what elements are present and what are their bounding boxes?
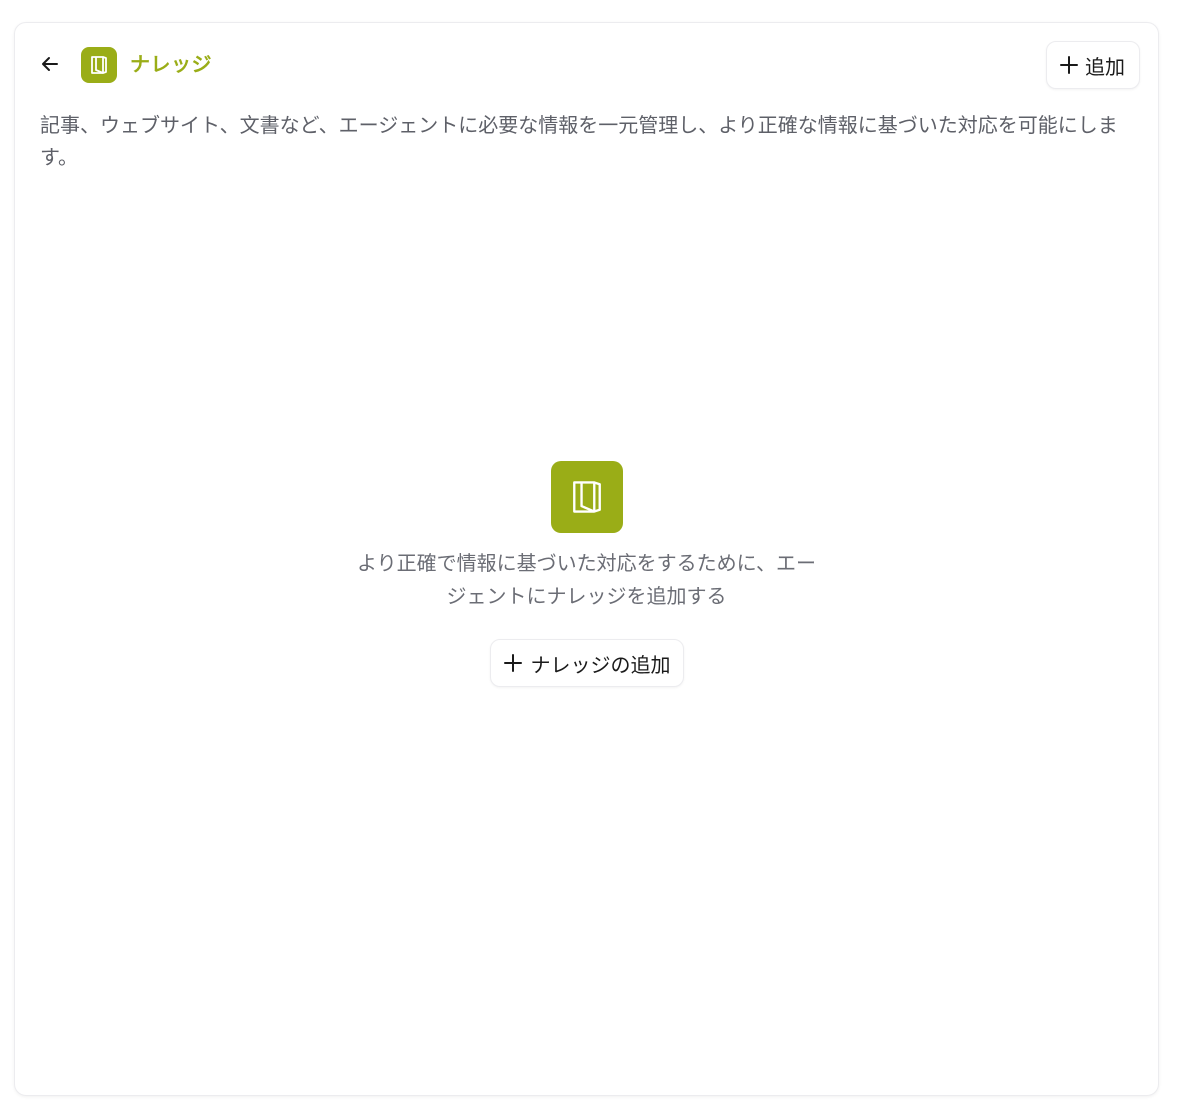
empty-state-message: より正確で情報に基づいた対応をするために、エージェントにナレッジを追加する: [357, 551, 816, 608]
plus-icon: [1059, 55, 1079, 75]
add-button[interactable]: 追加: [1046, 41, 1140, 89]
page-description: 記事、ウェブサイト、文書など、エージェントに必要な情報を一元管理し、より正確な情…: [40, 113, 1118, 169]
page-title: ナレッジ: [130, 52, 212, 76]
panel-header: ナレッジ 追加: [15, 23, 1158, 107]
book-icon: [81, 47, 117, 83]
arrow-left-icon: [42, 57, 58, 71]
plus-icon: [503, 653, 523, 673]
empty-state: より正確で情報に基づいた対応をするために、エージェントにナレッジを追加する ナレ…: [15, 461, 1158, 687]
book-icon: [550, 461, 623, 533]
add-knowledge-button[interactable]: ナレッジの追加: [489, 639, 684, 687]
back-button[interactable]: [37, 51, 63, 77]
knowledge-panel: ナレッジ 追加 記事、ウェブサイト、文書など、エージェントに必要な情報を一元管理…: [14, 22, 1159, 1096]
add-button-label: 追加: [1085, 54, 1125, 79]
add-knowledge-button-label: ナレッジの追加: [530, 652, 671, 677]
